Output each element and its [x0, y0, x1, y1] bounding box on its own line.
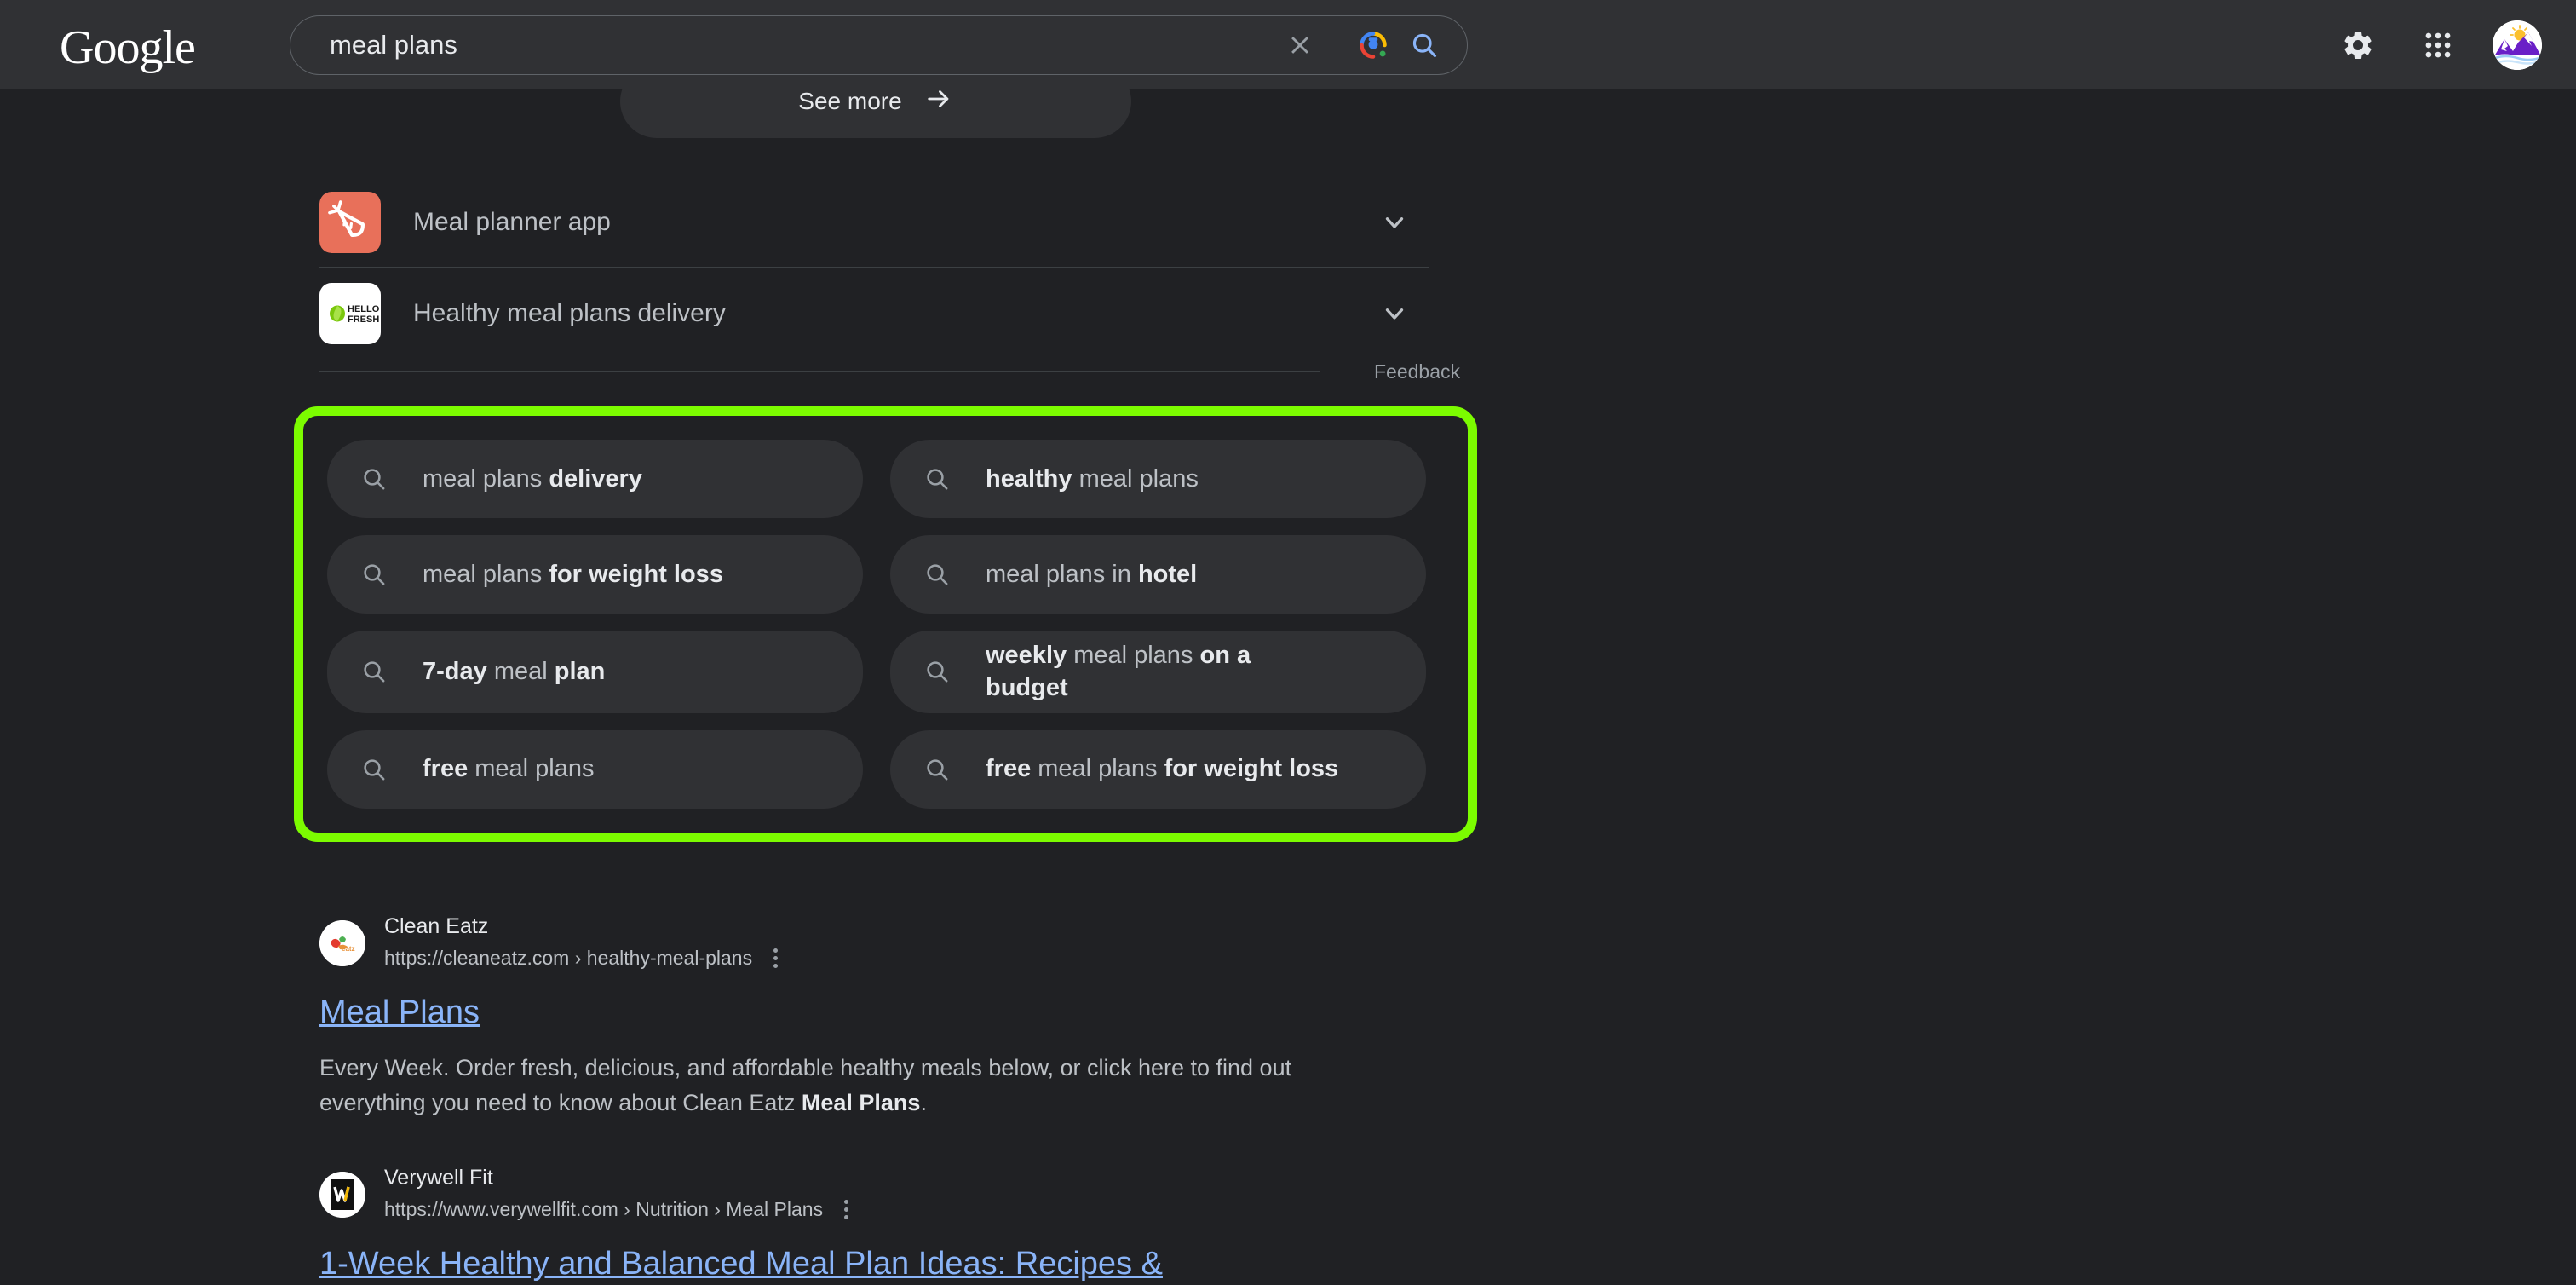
app-row-label: Healthy meal plans delivery [413, 298, 726, 327]
related-searches-grid: meal plans delivery healthy meal plans m… [327, 440, 1443, 809]
search-icon [356, 752, 392, 787]
related-search-label: healthy meal plans [986, 464, 1199, 493]
search-result: eatz Clean Eatz https://cleaneatz.com › … [319, 913, 1427, 1121]
app-row-meal-planner[interactable]: Meal planner app [319, 177, 1429, 267]
hellofresh-logo-icon: HELLO FRESH [319, 282, 381, 344]
result-url-row: https://www.verywellfit.com › Nutrition … [384, 1195, 857, 1224]
result-options-menu-icon[interactable] [764, 943, 786, 972]
related-search-label: free meal plans [423, 755, 595, 783]
related-search-chip[interactable]: meal plans for weight loss [327, 535, 863, 614]
search-header: Google [0, 0, 2576, 89]
related-search-chip[interactable]: meal plans in hotel [890, 535, 1426, 614]
related-search-label: 7-day meal plan [423, 658, 606, 686]
gear-icon[interactable] [2332, 20, 2383, 71]
app-row-healthy-delivery[interactable]: HELLO FRESH Healthy meal plans delivery [319, 268, 1429, 358]
chevron-down-icon[interactable] [1375, 294, 1414, 333]
search-icon [356, 654, 392, 689]
result-site-meta: Clean Eatz https://cleaneatz.com › healt… [384, 913, 786, 972]
related-search-label: free meal plans for weight loss [986, 755, 1339, 783]
user-avatar[interactable] [2493, 20, 2542, 70]
feedback-link[interactable]: Feedback [1374, 360, 1460, 383]
divider [319, 267, 1429, 268]
search-bar[interactable] [290, 15, 1468, 75]
result-site-header[interactable]: eatz Clean Eatz https://cleaneatz.com › … [319, 913, 1427, 972]
verywellfit-favicon [319, 1171, 365, 1218]
result-url: https://cleaneatz.com › healthy-meal-pla… [384, 946, 753, 969]
apps-grid-icon[interactable] [2412, 20, 2464, 71]
svg-text:HELLO: HELLO [348, 304, 380, 314]
related-search-chip[interactable]: free meal plans for weight loss [890, 729, 1426, 809]
close-icon[interactable] [1274, 19, 1326, 72]
result-site-meta: Verywell Fit https://www.verywellfit.com… [384, 1165, 857, 1224]
related-search-label: meal plans in hotel [986, 560, 1198, 588]
search-icon [919, 752, 955, 787]
result-url: https://www.verywellfit.com › Nutrition … [384, 1197, 824, 1220]
search-icon [919, 654, 955, 689]
svg-text:eatz: eatz [342, 945, 355, 953]
related-search-label: weekly meal plans on a budget [986, 642, 1251, 702]
search-icon [919, 556, 955, 592]
result-site-name: Clean Eatz [384, 914, 489, 938]
svg-text:FRESH: FRESH [348, 314, 379, 325]
related-search-chip[interactable]: meal plans delivery [327, 440, 863, 518]
search-icon [356, 556, 392, 592]
result-site-name: Verywell Fit [384, 1166, 493, 1190]
result-title-link[interactable]: Meal Plans [319, 993, 480, 1034]
divider [319, 371, 1320, 372]
carrot-app-icon [319, 191, 381, 253]
result-options-menu-icon[interactable] [835, 1195, 857, 1224]
header-actions [2332, 0, 2542, 89]
search-icon[interactable] [1399, 20, 1450, 71]
snippet-text-bold: Meal Plans [801, 1090, 921, 1116]
related-search-chip[interactable]: 7-day meal plan [327, 631, 863, 713]
google-logo[interactable]: Google [60, 24, 196, 72]
snippet-text-b: . [920, 1090, 927, 1116]
search-icon [356, 461, 392, 497]
related-search-label: meal plans delivery [423, 464, 642, 493]
see-more-label: See more [798, 88, 902, 114]
search-result: Verywell Fit https://www.verywellfit.com… [319, 1165, 1427, 1285]
related-searches-highlight-box: meal plans delivery healthy meal plans m… [294, 406, 1477, 842]
related-search-chip[interactable]: weekly meal plans on a budget [890, 631, 1426, 713]
result-snippet: Every Week. Order fresh, delicious, and … [319, 1051, 1337, 1121]
result-title-link[interactable]: 1-Week Healthy and Balanced Meal Plan Id… [319, 1244, 1163, 1285]
google-lens-icon[interactable] [1348, 20, 1399, 71]
chevron-down-icon[interactable] [1375, 203, 1414, 242]
cleaneatz-favicon: eatz [319, 919, 365, 966]
related-search-chip[interactable]: free meal plans [327, 729, 863, 809]
search-input[interactable] [290, 16, 1274, 74]
result-site-header[interactable]: Verywell Fit https://www.verywellfit.com… [319, 1165, 1427, 1224]
search-icon [919, 461, 955, 497]
app-row-label: Meal planner app [413, 207, 611, 236]
related-search-chip[interactable]: healthy meal plans [890, 440, 1426, 518]
related-search-label: meal plans for weight loss [423, 560, 723, 588]
result-url-row: https://cleaneatz.com › healthy-meal-pla… [384, 943, 786, 972]
